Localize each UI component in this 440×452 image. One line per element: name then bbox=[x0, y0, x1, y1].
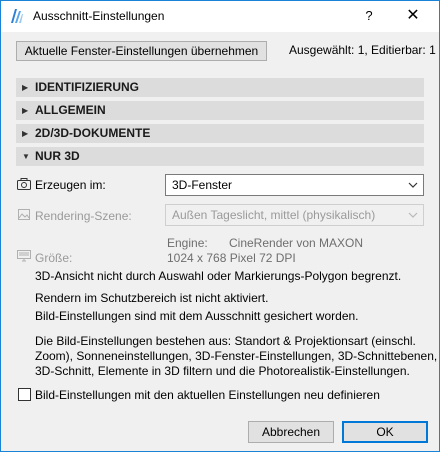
size-value: 1024 x 768 Pixel 72 DPI bbox=[167, 251, 296, 265]
section-label: NUR 3D bbox=[35, 149, 80, 163]
info-image-settings-saved: Bild-Einstellungen sind mit dem Ausschni… bbox=[35, 309, 359, 323]
section-allgemein[interactable]: ▶ ALLGEMEIN bbox=[16, 101, 424, 120]
chevron-down-icon bbox=[408, 182, 418, 188]
size-label: Größe: bbox=[35, 251, 73, 265]
selection-info: Ausgewählt: 1, Editierbar: 1 bbox=[289, 43, 436, 57]
section-identifizierung[interactable]: ▶ IDENTIFIZIERUNG bbox=[16, 78, 424, 97]
apply-current-window-settings-button[interactable]: Aktuelle Fenster-Einstellungen übernehme… bbox=[16, 41, 267, 61]
rendering-scene-select[interactable]: Außen Tageslicht, mittel (physikalisch) bbox=[165, 204, 424, 226]
engine-label: Engine: bbox=[167, 236, 208, 250]
info-image-settings-details-line3: 3D-Schnitt, Elemente in 3D filtern und d… bbox=[35, 364, 410, 378]
help-button[interactable]: ? bbox=[358, 6, 380, 26]
cancel-button[interactable]: Abbrechen bbox=[248, 421, 334, 443]
monitor-icon bbox=[17, 250, 31, 262]
image-icon bbox=[18, 209, 30, 220]
expand-arrow-icon: ▶ bbox=[22, 83, 29, 92]
window-title: Ausschnitt-Einstellungen bbox=[33, 9, 165, 23]
ok-button[interactable]: OK bbox=[342, 421, 428, 443]
section-2d3d-dokumente[interactable]: ▶ 2D/3D-DOKUMENTE bbox=[16, 124, 424, 143]
section-label: IDENTIFIZIERUNG bbox=[35, 80, 139, 94]
section-label: ALLGEMEIN bbox=[35, 103, 106, 117]
title-bar: Ausschnitt-Einstellungen ? ✕ bbox=[1, 1, 439, 32]
section-nur-3d[interactable]: ▼ NUR 3D bbox=[16, 147, 424, 166]
engine-value: CineRender von MAXON bbox=[229, 236, 364, 250]
rendering-scene-value: Außen Tageslicht, mittel (physikalisch) bbox=[172, 208, 376, 222]
expand-arrow-icon: ▶ bbox=[22, 106, 29, 115]
info-render-protection: Rendern im Schutzbereich ist nicht aktiv… bbox=[35, 291, 269, 305]
close-button[interactable]: ✕ bbox=[402, 6, 424, 26]
create-in-value: 3D-Fenster bbox=[172, 178, 233, 192]
info-image-settings-details-line2: Zoom), Sonneneinstellungen, 3D-Fenster-E… bbox=[35, 349, 438, 363]
archicad-logo-icon bbox=[11, 9, 23, 23]
camera-icon bbox=[17, 178, 31, 190]
expand-arrow-icon: ▶ bbox=[22, 129, 29, 138]
chevron-down-icon bbox=[408, 212, 418, 218]
create-in-select[interactable]: 3D-Fenster bbox=[165, 174, 424, 196]
section-label: 2D/3D-DOKUMENTE bbox=[35, 126, 151, 140]
info-view-limit: 3D-Ansicht nicht durch Auswahl oder Mark… bbox=[35, 269, 402, 283]
info-image-settings-details-line1: Die Bild-Einstellungen bestehen aus: Sta… bbox=[35, 334, 416, 348]
dialog-content: Aktuelle Fenster-Einstellungen übernehme… bbox=[1, 32, 439, 451]
collapse-arrow-icon: ▼ bbox=[22, 152, 30, 161]
dialog-window: Ausschnitt-Einstellungen ? ✕ Aktuelle Fe… bbox=[0, 0, 440, 452]
redefine-checkbox[interactable] bbox=[18, 388, 31, 401]
redefine-checkbox-label: Bild-Einstellungen mit den aktuellen Ein… bbox=[35, 388, 380, 402]
create-in-label: Erzeugen im: bbox=[35, 178, 106, 192]
rendering-scene-label: Rendering-Szene: bbox=[35, 209, 132, 223]
